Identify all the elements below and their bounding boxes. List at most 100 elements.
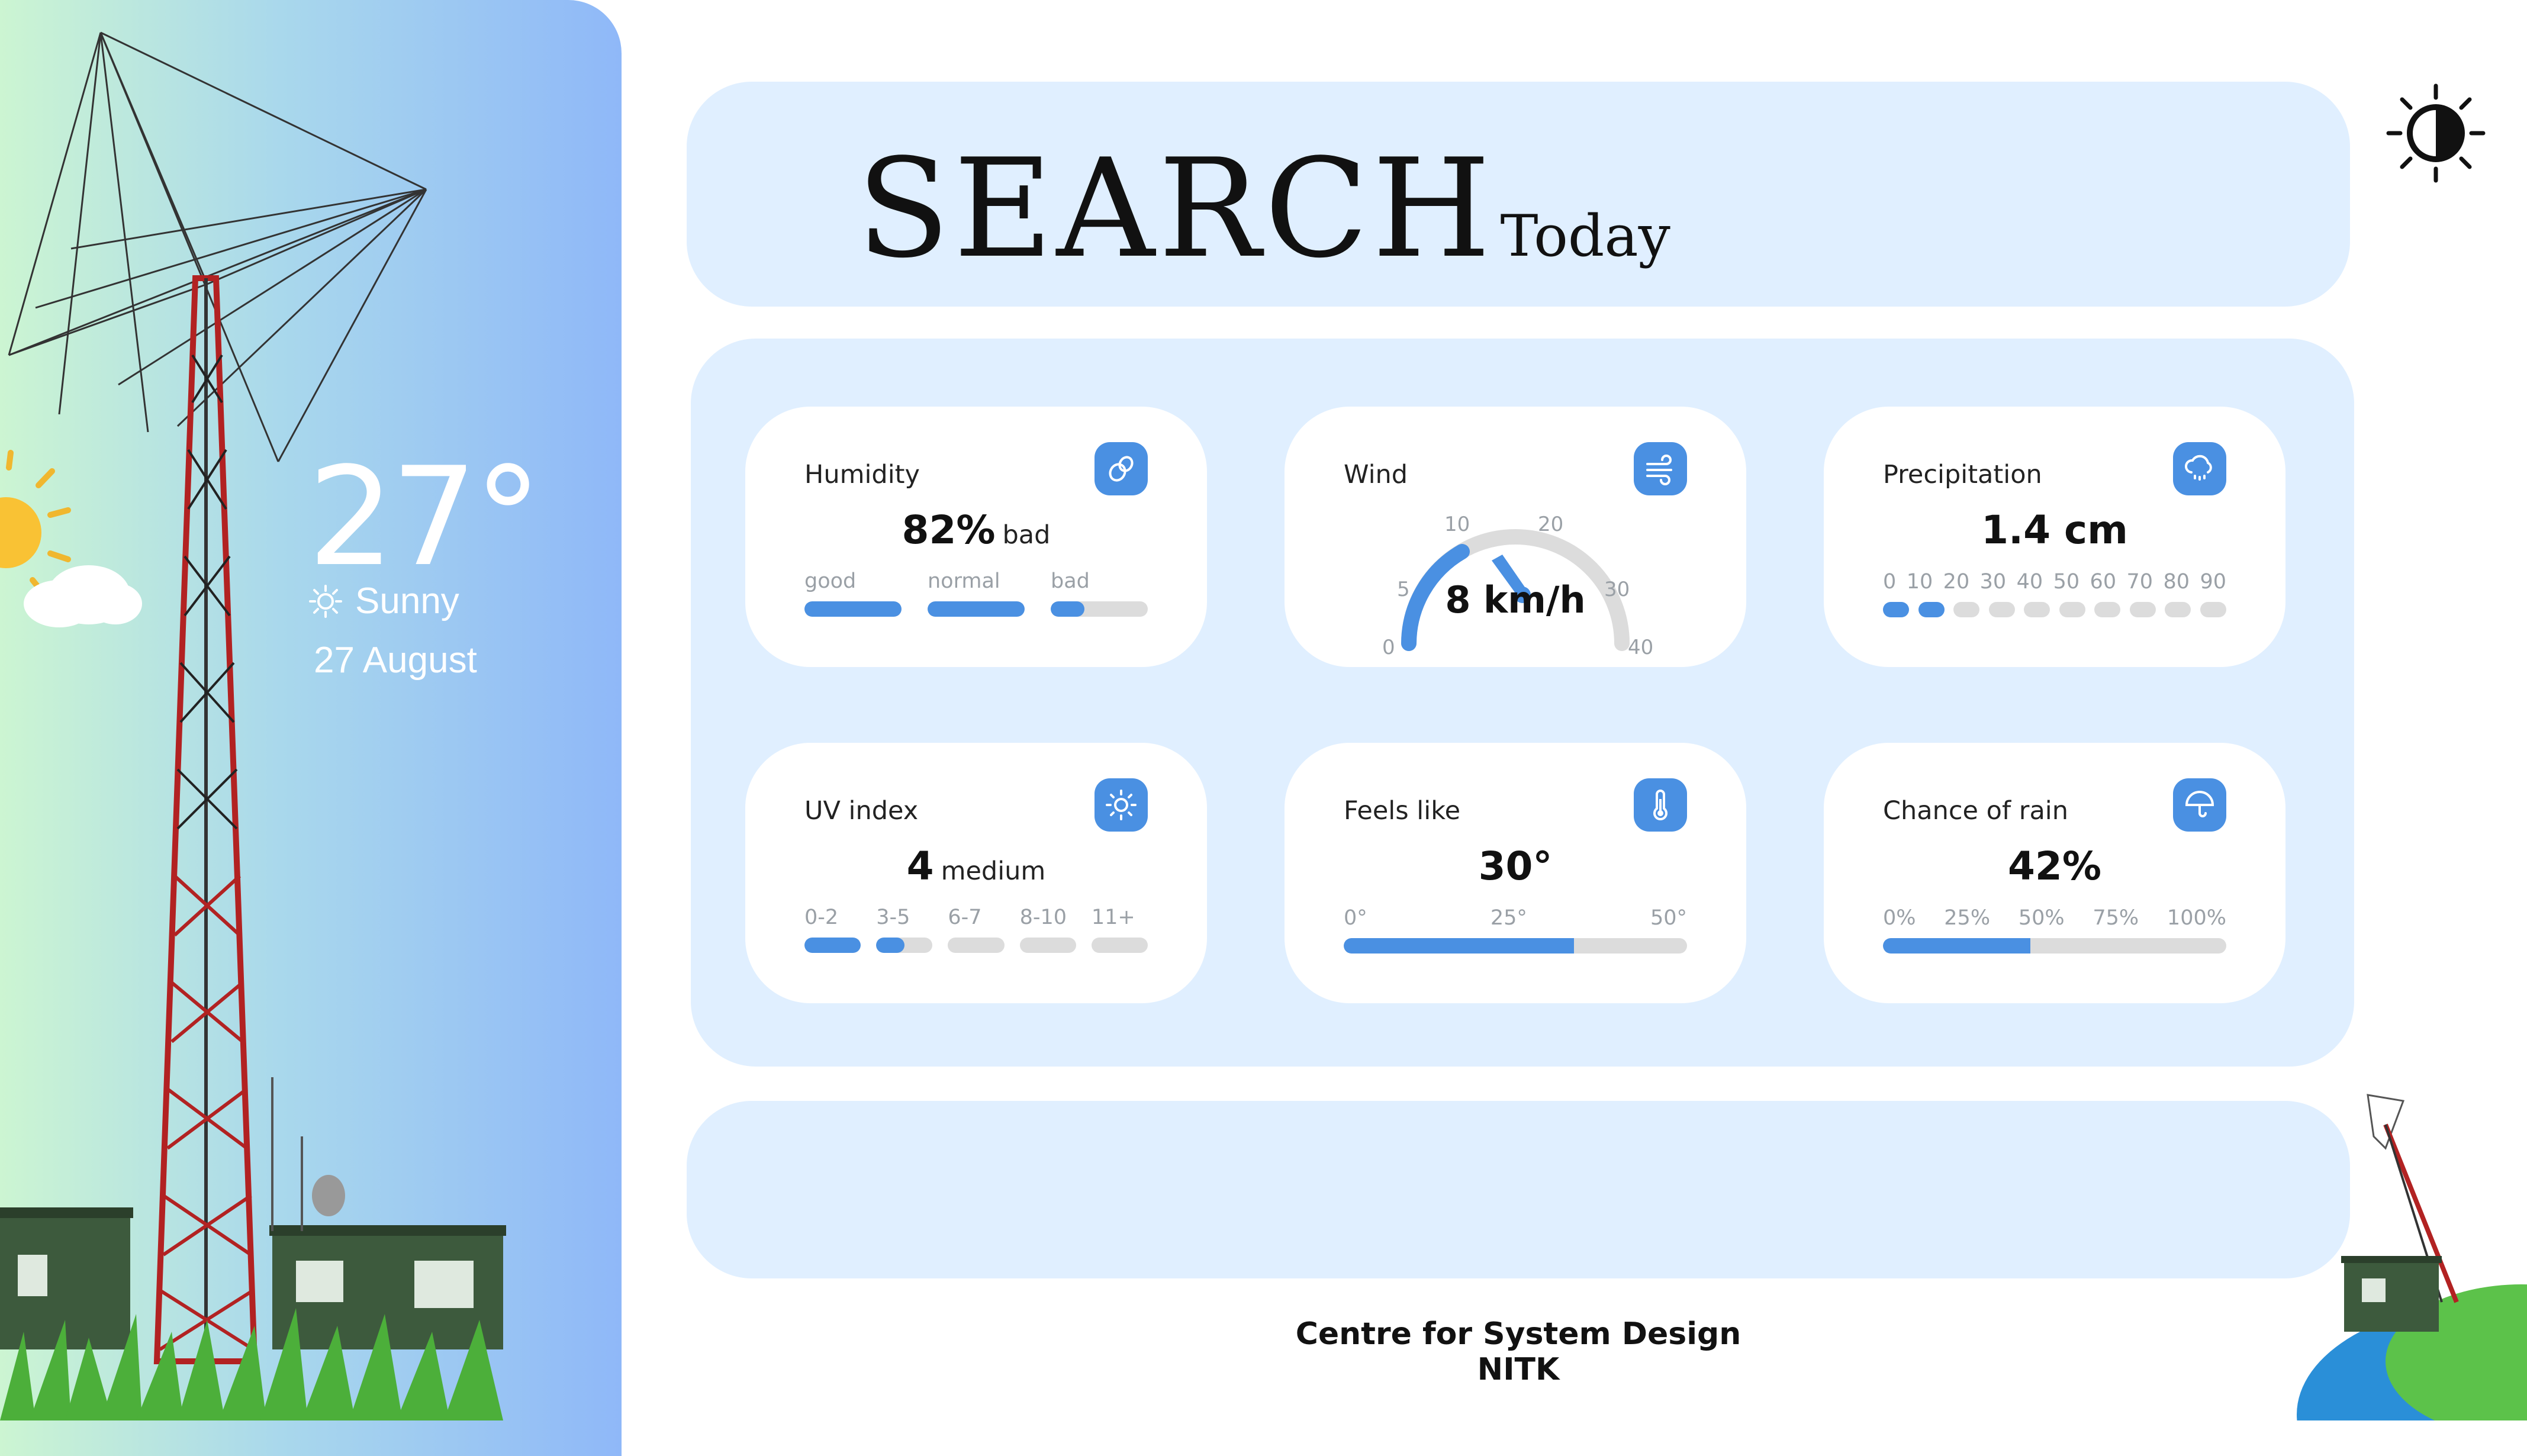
uv-value-row: 4 medium — [745, 843, 1207, 889]
humidity-segment-fill — [804, 601, 902, 617]
humidity-segment-label: normal — [928, 569, 1000, 593]
rain-chance-value: 42% — [2008, 843, 2101, 889]
precipitation-tick: 0 — [1883, 570, 1897, 594]
feels-like-bar-fill — [1344, 938, 1574, 954]
precipitation-tick: 40 — [2016, 570, 2043, 594]
rain-chance-bar-fill — [1883, 938, 2031, 954]
humidity-segment: bad — [1051, 569, 1148, 617]
footer-org: Centre for System Design — [1295, 1316, 1741, 1352]
page-title: SEARCH — [857, 130, 1495, 288]
humidity-segment-label: bad — [1051, 569, 1090, 593]
precipitation-dot — [1918, 602, 1945, 617]
rain-chance-bar — [1883, 938, 2226, 954]
uv-segment: 8-10 — [1019, 906, 1076, 953]
feels-like-tick: 25° — [1490, 906, 1527, 930]
footer-institute: NITK — [1477, 1351, 1560, 1387]
rain-chance-tick: 50% — [2018, 906, 2065, 930]
uv-segment-label: 8-10 — [1019, 906, 1067, 929]
precipitation-dots — [1883, 602, 2226, 617]
rain-chance-tick: 75% — [2093, 906, 2139, 930]
rain-chance-card[interactable]: Chance of rain 42% 0% 25% 50% 75% 100% — [1824, 743, 2285, 1003]
precipitation-tick: 10 — [1906, 570, 1933, 594]
uv-segment: 3-5 — [876, 906, 933, 953]
humidity-label: Humidity — [804, 460, 920, 489]
uv-segment: 6-7 — [948, 906, 1005, 953]
humidity-card[interactable]: Humidity 82% bad good normal bad — [745, 407, 1207, 667]
precipitation-dot — [1953, 602, 1980, 617]
rain-chance-tick: 100% — [2167, 906, 2226, 930]
precipitation-dot — [2129, 602, 2156, 617]
page-title-wrap: SEARCH Today — [0, 130, 2527, 288]
wind-gauge: 0 5 10 20 30 40 — [1382, 513, 1653, 659]
precipitation-tick: 90 — [2200, 570, 2226, 594]
sun-icon — [309, 584, 342, 618]
precipitation-tick: 50 — [2053, 570, 2080, 594]
condition-label: Sunny — [355, 581, 459, 621]
thermometer-icon — [1634, 778, 1687, 832]
uv-status: medium — [941, 856, 1046, 886]
cloud-rain-icon — [2173, 442, 2226, 495]
precipitation-card[interactable]: Precipitation 1.4 cm 0 10 20 30 40 50 60… — [1824, 407, 2285, 667]
humidity-segment-label: good — [804, 569, 857, 593]
feels-like-tick: 0° — [1344, 906, 1367, 930]
precipitation-tick: 20 — [1943, 570, 1970, 594]
uv-segment-fill — [804, 938, 861, 953]
humidity-value-row: 82% bad — [745, 507, 1207, 553]
rain-chance-ticks: 0% 25% 50% 75% 100% — [1883, 906, 2226, 930]
feels-like-ticks: 0° 25° 50° — [1344, 906, 1687, 930]
precipitation-ticks: 0 10 20 30 40 50 60 70 80 90 — [1883, 570, 2226, 594]
precipitation-dot — [2200, 602, 2226, 617]
sun-cloud-illustration — [0, 450, 142, 627]
humidity-value: 82% — [902, 507, 996, 553]
wind-tick: 10 — [1444, 513, 1470, 536]
humidity-segment: normal — [928, 569, 1025, 617]
humidity-segment-fill — [1051, 601, 1085, 617]
bottom-panel — [687, 1101, 2350, 1278]
uv-segment-fill — [876, 938, 904, 953]
umbrella-icon — [2173, 778, 2226, 832]
humidity-segment-fill — [928, 601, 1025, 617]
wind-tick: 0 — [1382, 636, 1395, 659]
precipitation-tick: 70 — [2126, 570, 2153, 594]
sun-icon — [1095, 778, 1148, 832]
uv-segment: 11+ — [1091, 906, 1148, 953]
precipitation-dot — [1988, 602, 2015, 617]
precipitation-dot — [2165, 602, 2191, 617]
feels-like-label: Feels like — [1344, 796, 1461, 826]
rain-chance-tick: 25% — [1944, 906, 1991, 930]
metrics-panel: Humidity 82% bad good normal bad Wind 0 … — [691, 339, 2354, 1067]
page-subtitle: Today — [1500, 203, 1670, 269]
feels-like-tick: 50° — [1650, 906, 1687, 930]
feels-like-card[interactable]: Feels like 30° 0° 25° 50° — [1285, 743, 1746, 1003]
date-label: 27 August — [314, 640, 477, 681]
uv-segment-label: 11+ — [1091, 906, 1135, 929]
uv-segment-label: 3-5 — [876, 906, 910, 929]
rain-chance-label: Chance of rain — [1883, 796, 2068, 826]
humidity-segment: good — [804, 569, 902, 617]
temperature-value: 27° — [308, 439, 542, 597]
uv-value: 4 — [906, 843, 934, 889]
contrast-sun-icon[interactable] — [2383, 80, 2489, 186]
rain-chance-tick: 0% — [1883, 906, 1916, 930]
humidity-status: bad — [1002, 520, 1051, 550]
wind-card[interactable]: Wind 0 5 10 20 30 40 8 km/h — [1285, 407, 1746, 667]
uv-card[interactable]: UV index 4 medium 0-2 3-5 6-7 8-10 11+ — [745, 743, 1207, 1003]
wind-tick: 40 — [1628, 636, 1653, 659]
precipitation-tick: 80 — [2163, 570, 2190, 594]
precipitation-tick: 30 — [1979, 570, 2007, 594]
footer: Centre for System Design NITK — [687, 1316, 2350, 1388]
precipitation-label: Precipitation — [1883, 460, 2042, 489]
feels-like-value: 30° — [1478, 843, 1553, 889]
uv-segment: 0-2 — [804, 906, 861, 953]
precipitation-dot — [2094, 602, 2121, 617]
condition-row: Sunny — [308, 580, 459, 622]
precipitation-value: 1.4 cm — [1981, 507, 2128, 553]
precipitation-tick: 60 — [2090, 570, 2117, 594]
uv-segment-label: 6-7 — [948, 906, 982, 929]
uv-scale: 0-2 3-5 6-7 8-10 11+ — [804, 906, 1148, 953]
precipitation-dot — [2059, 602, 2085, 617]
humidity-scale: good normal bad — [804, 569, 1148, 617]
wind-value: 8 km/h — [1445, 578, 1586, 621]
feels-like-bar — [1344, 938, 1687, 954]
uv-label: UV index — [804, 796, 919, 826]
